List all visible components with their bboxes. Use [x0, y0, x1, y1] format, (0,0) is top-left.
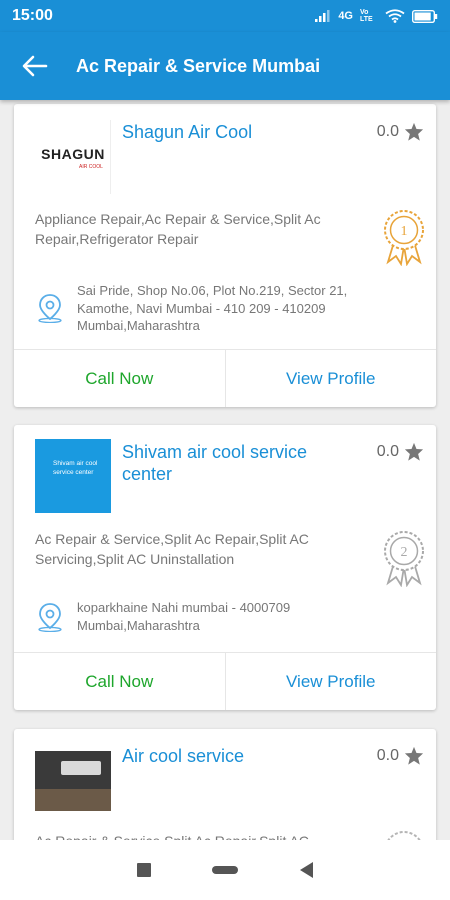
rating: 0.0 — [377, 746, 424, 765]
home-icon[interactable] — [212, 866, 238, 874]
business-logo: SHAGUN AIR COOL — [35, 120, 111, 194]
rank-badge-icon — [382, 829, 426, 840]
back-nav-icon[interactable] — [298, 861, 314, 879]
business-name[interactable]: Shagun Air Cool — [122, 121, 362, 143]
app-bar: Ac Repair & Service Mumbai — [0, 32, 450, 100]
business-name[interactable]: Shivam air cool service center — [122, 441, 362, 485]
recent-apps-icon[interactable] — [136, 862, 152, 878]
view-profile-button[interactable]: View Profile — [226, 653, 437, 710]
rank-badge-icon: 2 — [382, 529, 426, 588]
status-time: 15:00 — [12, 7, 53, 24]
rating: 0.0 — [377, 442, 424, 461]
location-pin-icon — [38, 294, 62, 323]
listing-card[interactable]: Shivam air cool service center Shivam ai… — [14, 425, 436, 710]
ac-unit-photo — [61, 761, 101, 775]
call-now-button[interactable]: Call Now — [14, 350, 226, 407]
signal-icon — [315, 10, 330, 22]
rating: 0.0 — [377, 122, 424, 141]
page-title: Ac Repair & Service Mumbai — [76, 55, 321, 76]
logo-text: Shivam air cool service center — [53, 460, 98, 476]
business-categories: Ac Repair & Service,Split Ac Repair,Spli… — [35, 831, 355, 840]
business-logo: Shivam air cool service center — [35, 439, 111, 513]
view-profile-button[interactable]: View Profile — [226, 350, 437, 407]
call-now-button[interactable]: Call Now — [14, 653, 226, 710]
rating-value: 0.0 — [376, 746, 399, 764]
star-icon — [404, 442, 424, 461]
rank-badge-icon: 1 — [382, 208, 426, 267]
arrow-back-icon — [22, 55, 48, 77]
business-name[interactable]: Air cool service — [122, 745, 362, 767]
card-actions: Call Now View Profile — [14, 652, 436, 710]
battery-icon — [412, 9, 438, 23]
logo-subtext: AIR COOL — [79, 164, 103, 170]
photo-floor — [35, 789, 111, 811]
rating-value: 0.0 — [376, 122, 399, 140]
system-nav-bar — [0, 840, 450, 900]
logo-wordmark: SHAGUN — [41, 146, 105, 162]
listing-list[interactable]: SHAGUN AIR COOL Shagun Air Cool 0.0 Appl… — [0, 100, 450, 840]
rank-number: 2 — [401, 545, 408, 560]
business-address: Sai Pride, Shop No.06, Plot No.219, Sect… — [77, 283, 348, 333]
listing-card[interactable]: SHAGUN AIR COOL Shagun Air Cool 0.0 Appl… — [14, 104, 436, 407]
back-button[interactable] — [0, 32, 70, 100]
business-logo — [35, 751, 111, 811]
wifi-icon — [385, 9, 405, 23]
status-icons: 4G Vo LTE — [315, 9, 438, 23]
location-pin-icon — [38, 603, 62, 632]
network-type: 4G — [338, 10, 353, 22]
business-address: koparkhaine Nahi mumbai - 4000709 Mumbai… — [77, 600, 291, 633]
star-icon — [404, 746, 424, 765]
rank-number: 1 — [401, 224, 408, 239]
star-icon — [404, 122, 424, 141]
status-bar: 15:00 4G Vo LTE — [0, 0, 450, 32]
listing-card[interactable]: Air cool service 0.0 Ac Repair & Service… — [14, 729, 436, 840]
rating-value: 0.0 — [376, 442, 399, 460]
business-categories: Ac Repair & Service,Split Ac Repair,Spli… — [35, 531, 309, 567]
lte-badge: Vo LTE — [360, 9, 373, 23]
card-actions: Call Now View Profile — [14, 349, 436, 407]
business-categories: Appliance Repair,Ac Repair & Service,Spl… — [35, 211, 321, 247]
